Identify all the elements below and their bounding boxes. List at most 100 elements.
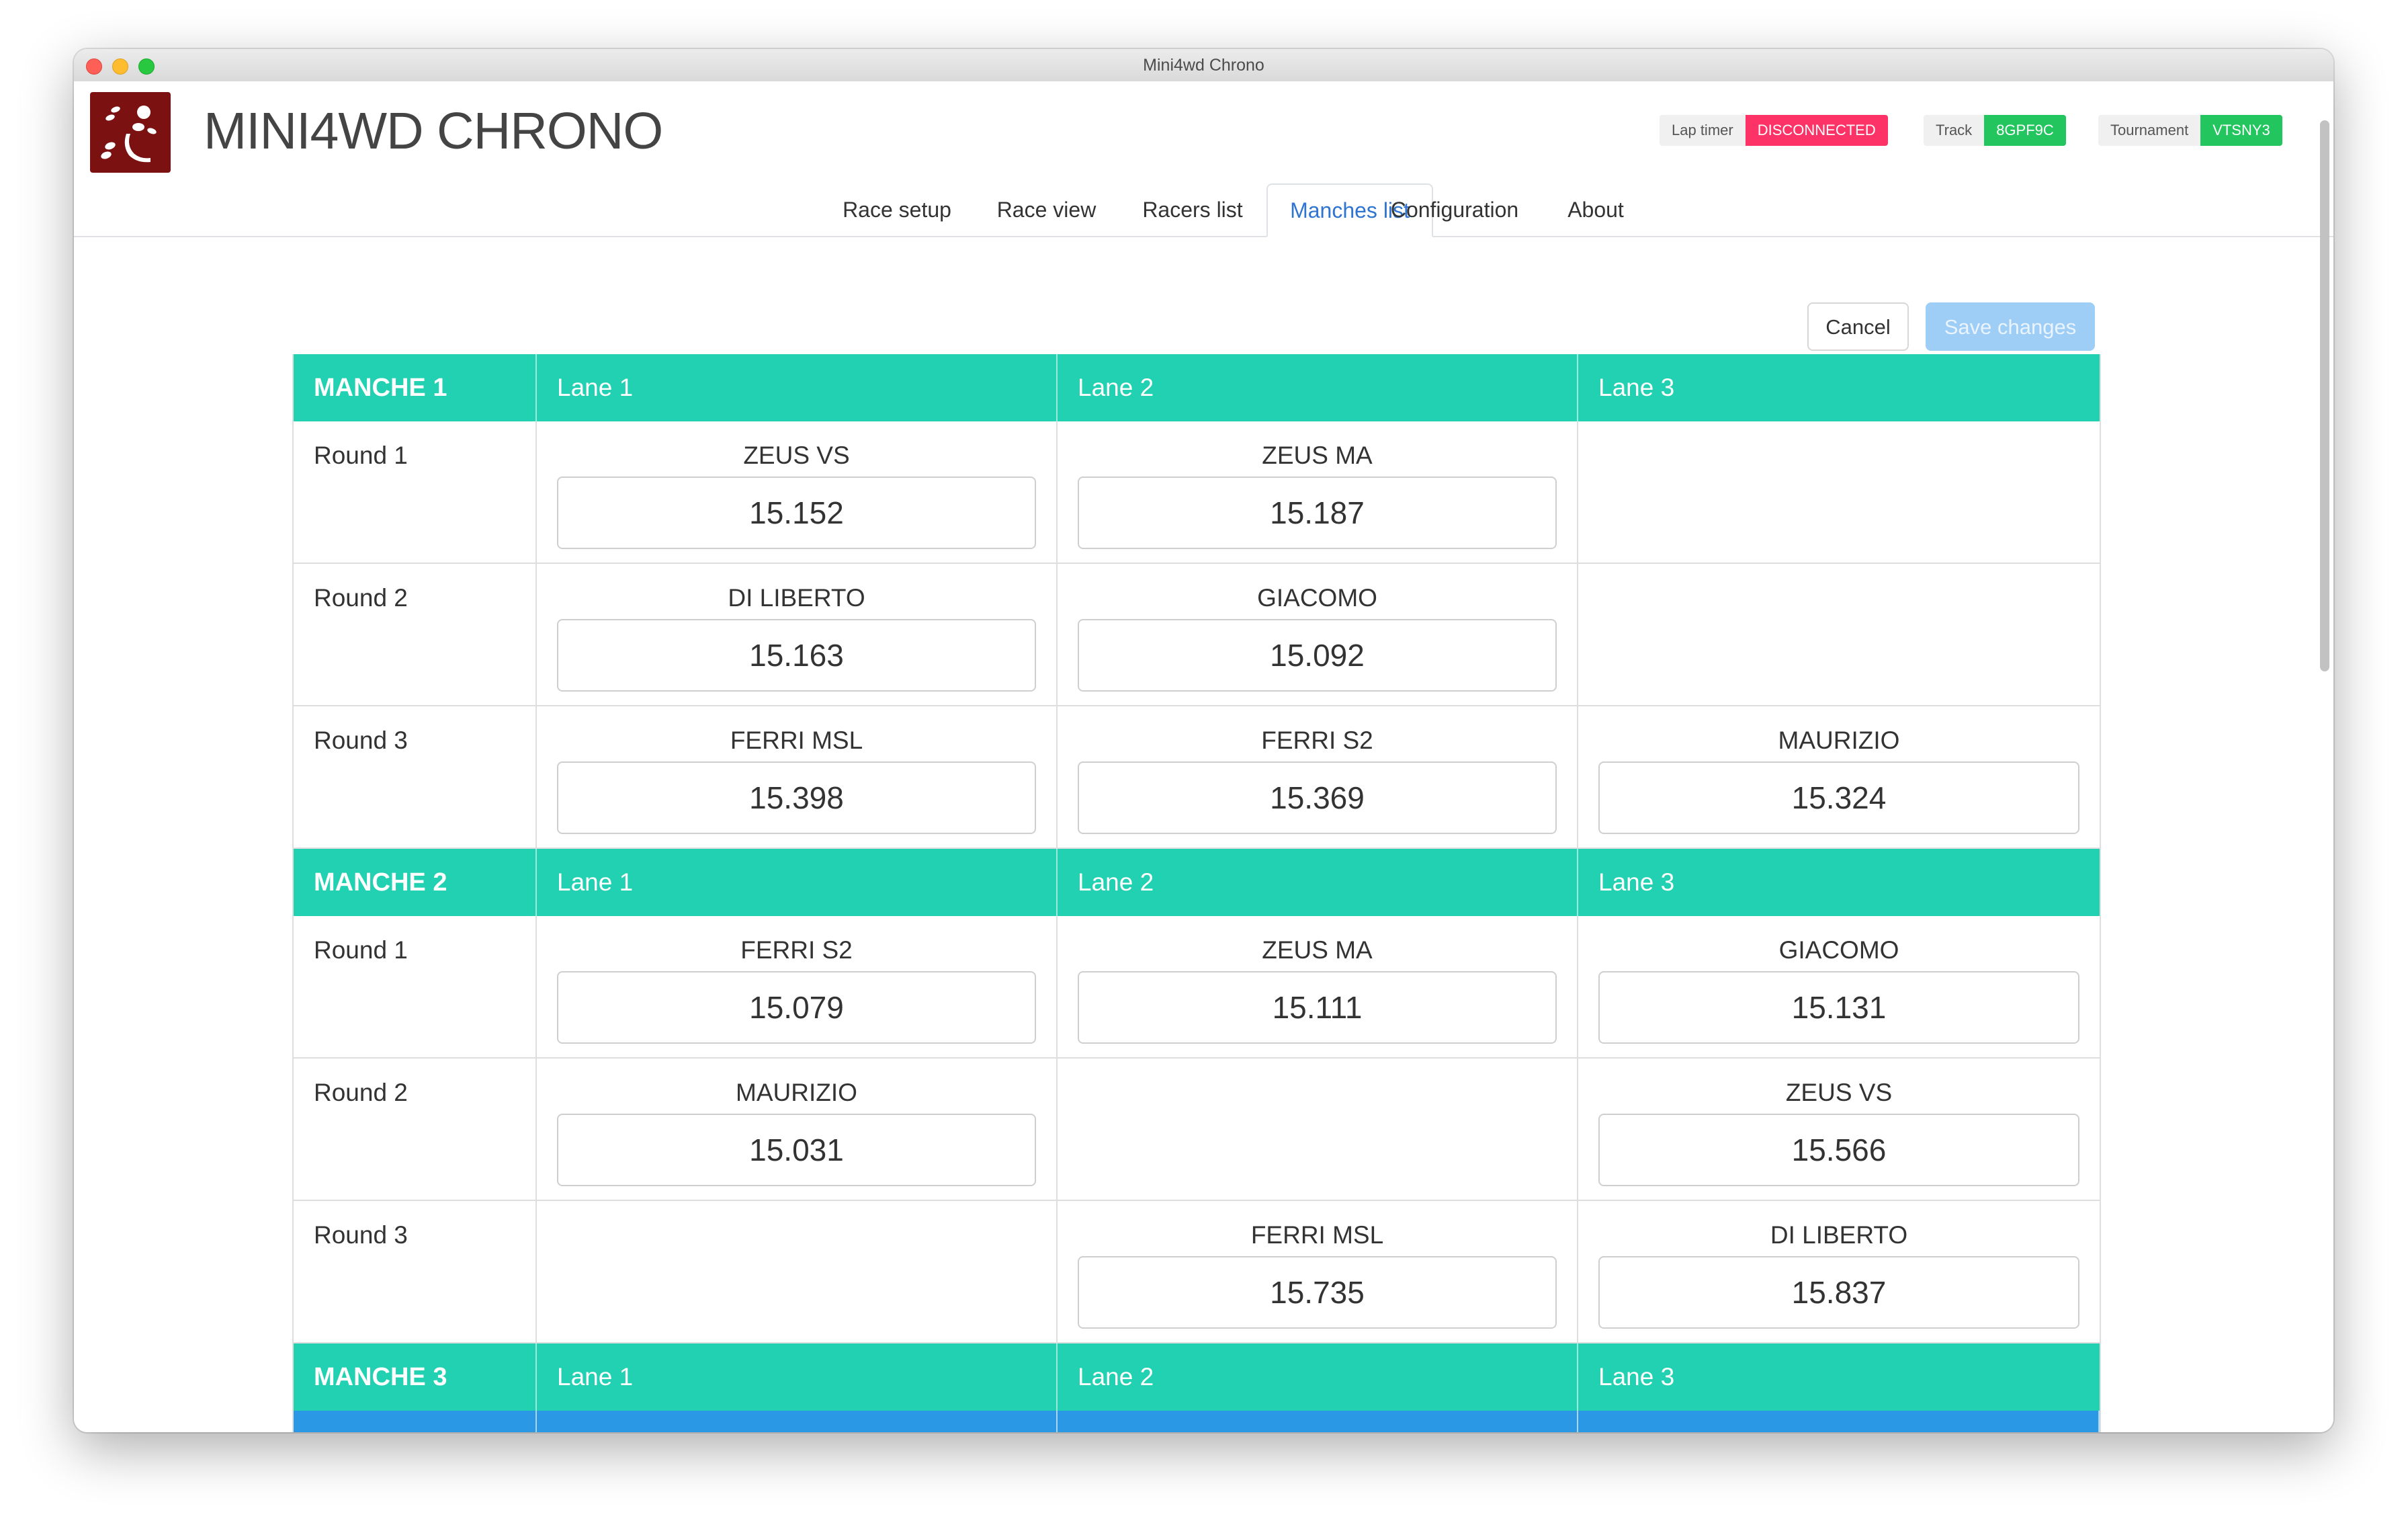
tournament-status: Tournament VTSNY3: [2098, 115, 2282, 146]
racer-name: GIACOMO: [1257, 584, 1377, 612]
lane-cell: [537, 1201, 1058, 1342]
lap-time-input[interactable]: 15.152: [557, 477, 1036, 549]
racer-name: ZEUS VS: [1785, 1079, 1893, 1106]
lane-header: Lane 1: [537, 849, 1058, 916]
cancel-button[interactable]: Cancel: [1807, 302, 1909, 351]
lap-timer-status: Lap timer DISCONNECTED: [1660, 115, 1888, 146]
lane-header: Lane 1: [537, 1343, 1058, 1411]
round-label: Round 1: [294, 1430, 535, 1432]
save-changes-button[interactable]: Save changes: [1926, 302, 2095, 351]
manche-title: MANCHE 2: [294, 849, 537, 916]
round-label: Round 3: [314, 727, 408, 754]
manche-title: MANCHE 1: [294, 354, 537, 421]
racer-name: DI LIBERTO: [1058, 1430, 1577, 1432]
lap-time-input[interactable]: 15.369: [1078, 761, 1557, 834]
lane-cell: [1578, 421, 2100, 563]
lane-header: Lane 2: [1058, 849, 1578, 916]
track-value: 8GPF9C: [1984, 115, 2066, 146]
tournament-value: VTSNY3: [2200, 115, 2282, 146]
round-cell: Round 3: [294, 706, 537, 847]
manche-title: MANCHE 3: [294, 1343, 537, 1411]
manche-header-row: MANCHE 3 Lane 1 Lane 2 Lane 3: [294, 1343, 2100, 1411]
racer-name: ZEUS MA: [1262, 936, 1373, 964]
tab-race-setup[interactable]: Race setup: [823, 183, 971, 236]
lane-cell: ZEUS VS 15.566: [1578, 1059, 2100, 1200]
racer-name: ZEUS VS: [743, 442, 850, 469]
round-label: Round 3: [314, 1221, 408, 1249]
tab-racers-list[interactable]: Racers list: [1122, 183, 1263, 236]
round-row: Round 1ZEUS VSDI LIBERTOFERRI S2: [294, 1411, 2100, 1432]
racer-name: ZEUS MA: [1262, 442, 1373, 469]
round-cell: Round 2: [294, 1059, 537, 1200]
lane-header: Lane 1: [537, 354, 1058, 421]
tab-about[interactable]: About: [1552, 183, 1639, 236]
lane-cell: [1578, 564, 2100, 705]
lane-cell: DI LIBERTO 15.163: [537, 564, 1058, 705]
lap-time-input[interactable]: 15.079: [557, 971, 1036, 1044]
racer-name: FERRI S2: [1261, 727, 1373, 754]
manche-header-row: MANCHE 1 Lane 1 Lane 2 Lane 3: [294, 354, 2100, 421]
lap-time-input[interactable]: 15.111: [1078, 971, 1557, 1044]
racer-name: FERRI MSL: [730, 727, 863, 754]
lap-time-input[interactable]: 15.163: [557, 619, 1036, 692]
tab-race-view[interactable]: Race view: [984, 183, 1109, 236]
round-cell: Round 3: [294, 1201, 537, 1342]
lane-cell: FERRI MSL 15.735: [1058, 1201, 1578, 1342]
lane-header: Lane 3: [1598, 868, 1675, 896]
lane-cell: ZEUS MA 15.111: [1058, 916, 1578, 1057]
round-row: Round 3 FERRI MSL 15.735 DI LIBERTO 15.837: [294, 1201, 2100, 1343]
lap-time-input[interactable]: 15.187: [1078, 477, 1557, 549]
lane-header: Lane 3: [1598, 1363, 1675, 1391]
round-cell: Round 1: [294, 1411, 537, 1432]
lane-cell: ZEUS MA 15.187: [1058, 421, 1578, 563]
round-cell: Round 1: [294, 421, 537, 563]
lap-time-input[interactable]: 15.566: [1598, 1114, 2079, 1186]
round-label: Round 2: [314, 584, 408, 612]
lap-time-input[interactable]: 15.092: [1078, 619, 1557, 692]
app-window: Mini4wd Chrono MINI4WD CHRONO Lap timer …: [74, 49, 2333, 1432]
lap-time-input[interactable]: 15.031: [557, 1114, 1036, 1186]
lane-cell: GIACOMO 15.131: [1578, 916, 2100, 1057]
racer-name: ZEUS VS: [537, 1430, 1056, 1432]
round-label: Round 1: [314, 936, 408, 964]
lap-time-input[interactable]: 15.837: [1598, 1256, 2079, 1329]
title-bar: Mini4wd Chrono: [74, 49, 2333, 83]
track-label: Track: [1924, 115, 1985, 146]
racer-name: FERRI S2: [740, 936, 853, 964]
racer-name: FERRI MSL: [1250, 1221, 1384, 1249]
main-tabs: Race setup Race view Racers list Manches…: [74, 183, 2333, 237]
round-row: Round 1 ZEUS VS 15.152 ZEUS MA 15.187: [294, 421, 2100, 564]
round-row: Round 2 MAURIZIO 15.031 ZEUS VS 15.566: [294, 1059, 2100, 1201]
lane-cell: MAURIZIO 15.324: [1578, 706, 2100, 847]
lane-header: Lane 2: [1058, 1343, 1578, 1411]
lane-header: Lane 3: [1598, 374, 1675, 401]
lap-time-input[interactable]: 15.398: [557, 761, 1036, 834]
round-row: Round 2 DI LIBERTO 15.163 GIACOMO 15.092: [294, 564, 2100, 706]
lane-cell: DI LIBERTO: [1058, 1411, 1578, 1432]
lane-cell: ZEUS VS: [537, 1411, 1058, 1432]
racer-name: FERRI S2: [1578, 1430, 2098, 1432]
racer-name: GIACOMO: [1778, 936, 1899, 964]
round-cell: Round 1: [294, 916, 537, 1057]
lane-cell: MAURIZIO 15.031: [537, 1059, 1058, 1200]
manches-table: MANCHE 1 Lane 1 Lane 2 Lane 3 Round 1 ZEUS VS…: [292, 354, 2101, 1432]
tab-configuration[interactable]: Configuration: [1371, 183, 1539, 236]
racer-name: MAURIZIO: [1778, 727, 1900, 754]
racer-name: DI LIBERTO: [728, 584, 865, 612]
lap-time-input[interactable]: 15.131: [1598, 971, 2079, 1044]
app-title: MINI4WD CHRONO: [204, 102, 663, 160]
window-title: Mini4wd Chrono: [1143, 56, 1264, 75]
lap-time-input[interactable]: 15.735: [1078, 1256, 1557, 1329]
round-row: Round 3 FERRI MSL 15.398 FERRI S2 15.369 MAUR…: [294, 706, 2100, 849]
scrollbar[interactable]: [2320, 120, 2329, 671]
racer-name: MAURIZIO: [736, 1079, 857, 1106]
lane-cell: FERRI MSL 15.398: [537, 706, 1058, 847]
lap-time-input[interactable]: 15.324: [1598, 761, 2079, 834]
lap-timer-value: DISCONNECTED: [1745, 115, 1888, 146]
lap-timer-label: Lap timer: [1660, 115, 1746, 146]
round-label: Round 1: [314, 442, 408, 469]
lane-cell: FERRI S2: [1578, 1411, 2100, 1432]
lane-cell: FERRI S2 15.369: [1058, 706, 1578, 847]
lane-cell: GIACOMO 15.092: [1058, 564, 1578, 705]
app-content: MINI4WD CHRONO Lap timer DISCONNECTED Tr…: [74, 81, 2333, 1432]
